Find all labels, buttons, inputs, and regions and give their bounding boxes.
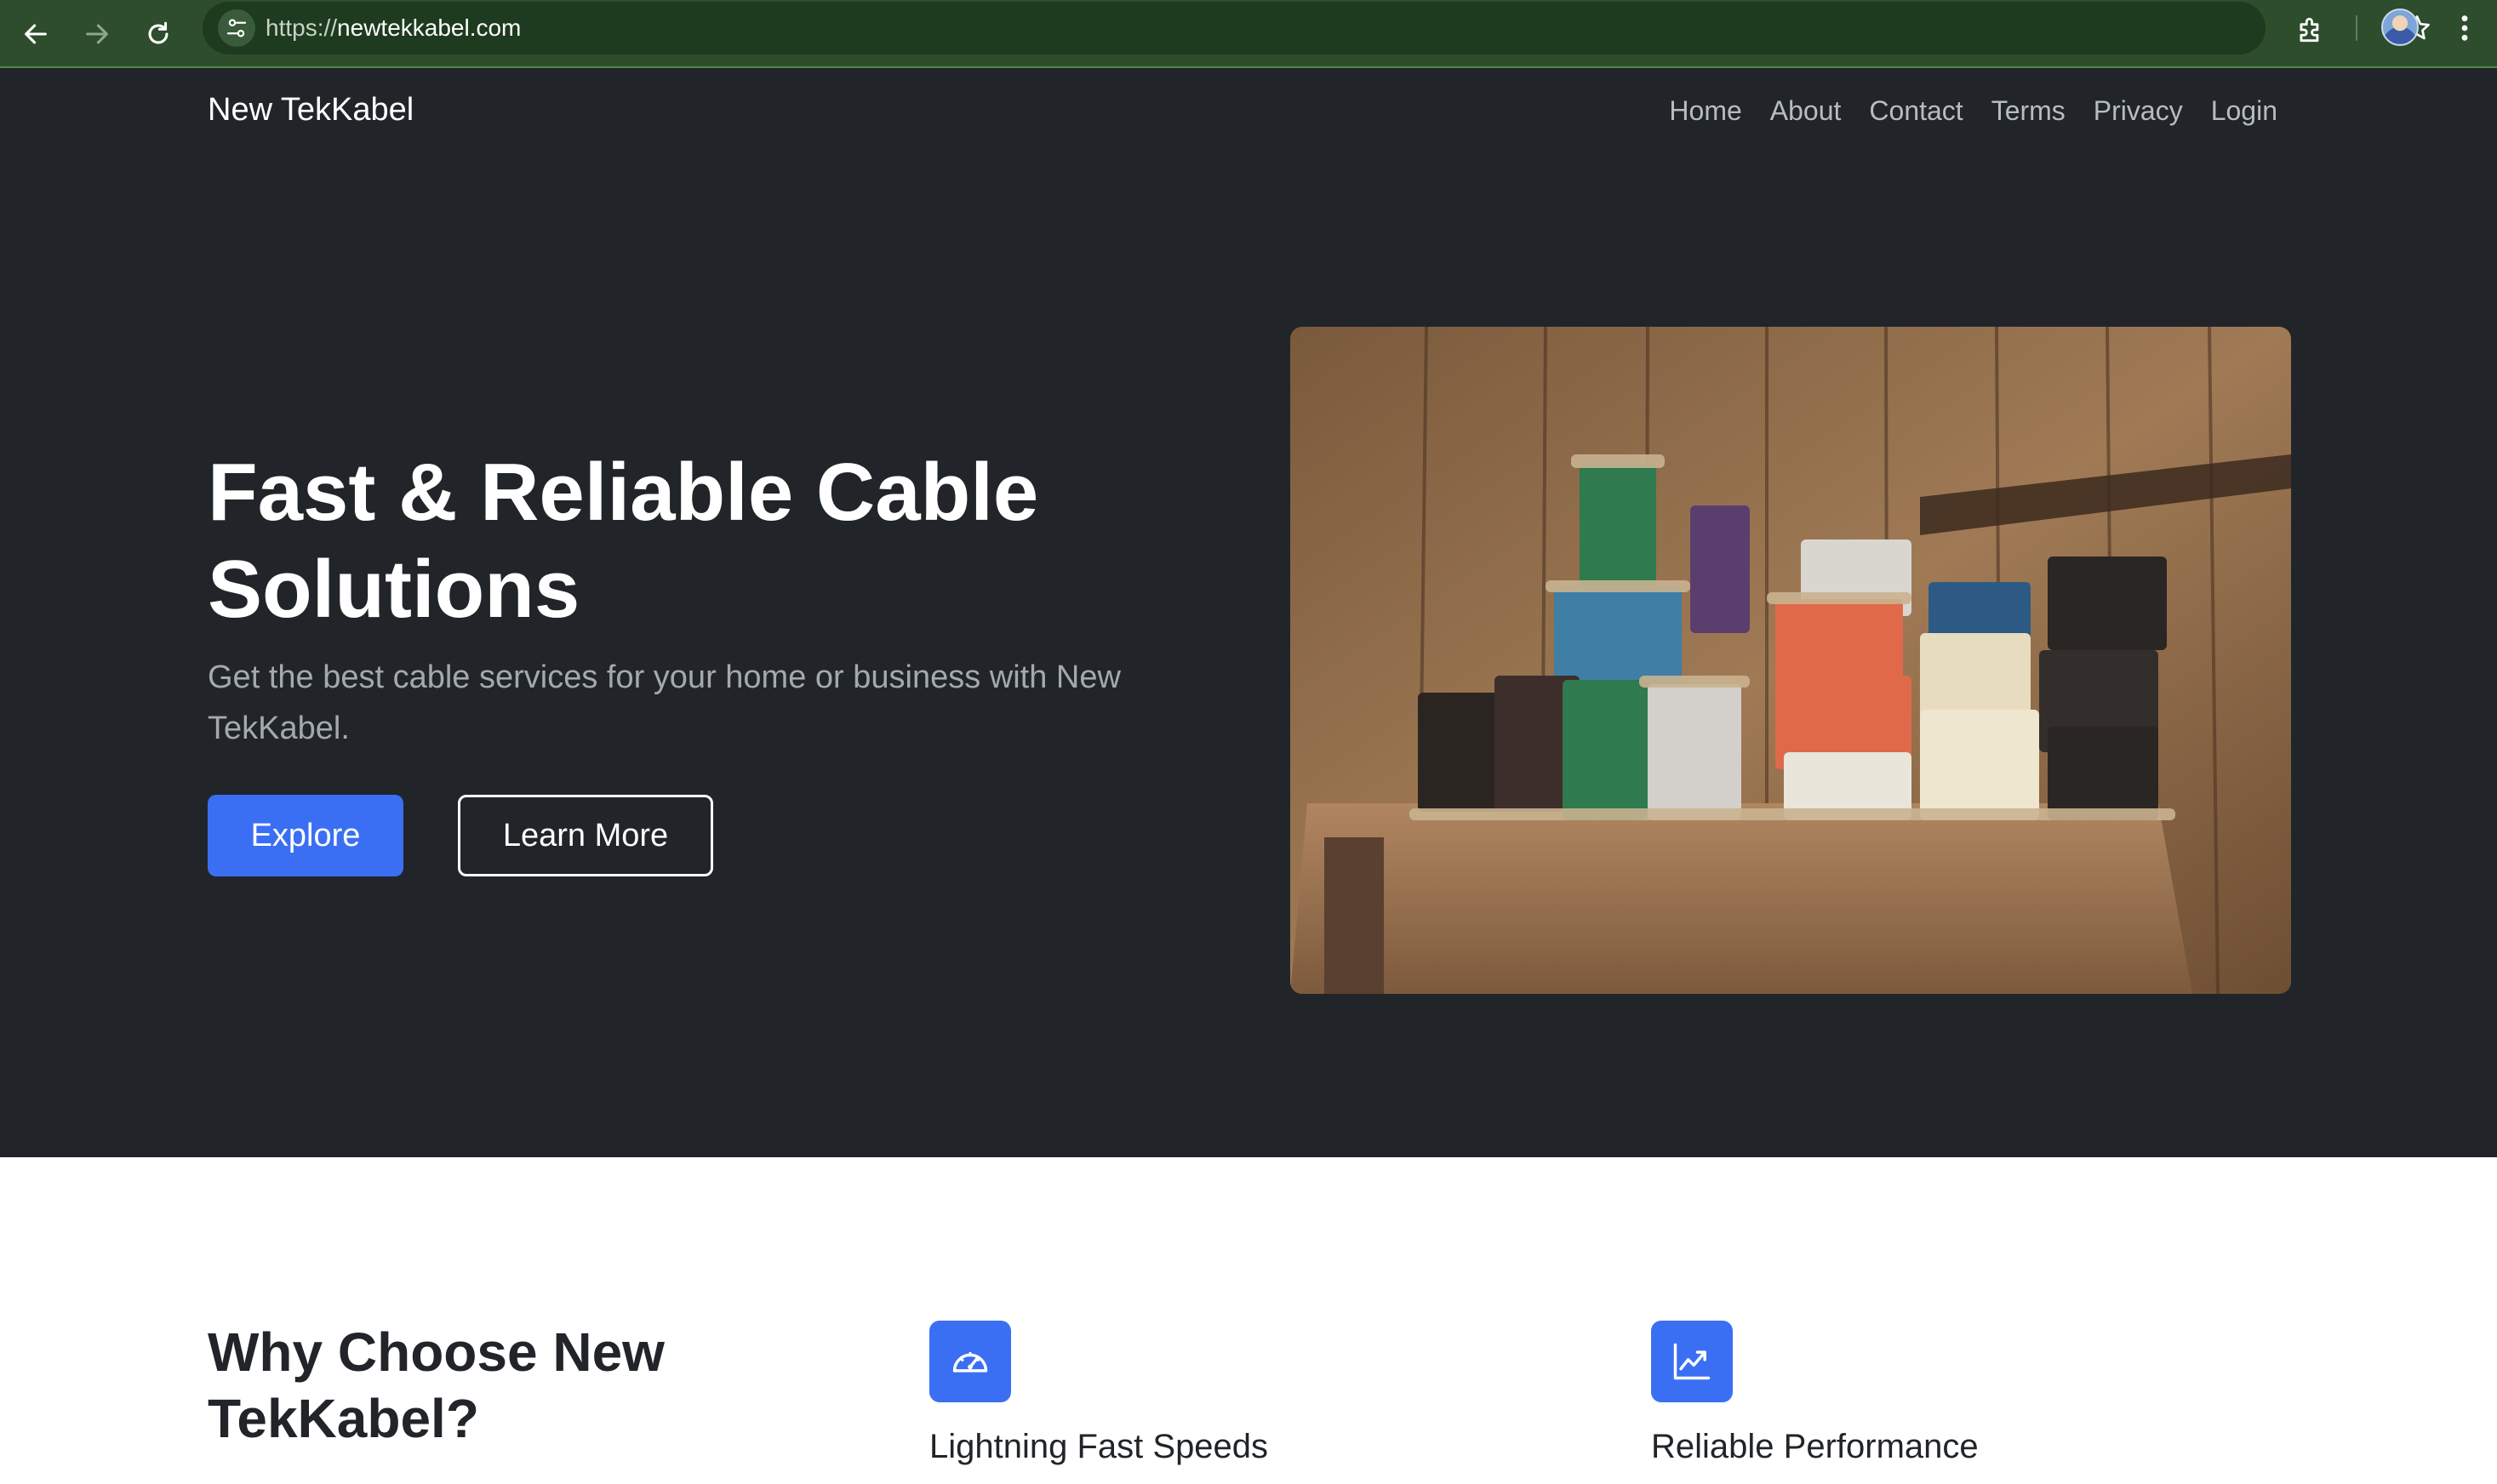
hero-subtitle: Get the best cable services for your hom…	[208, 659, 1121, 746]
feature-title-speed: Lightning Fast Speeds	[929, 1428, 1269, 1465]
site-info-button[interactable]	[218, 9, 255, 47]
feature-icon-speed	[929, 1321, 1011, 1402]
reload-icon	[148, 21, 169, 44]
address-bar[interactable]: https://newtekkabel.com	[203, 2, 2430, 54]
back-arrow-icon	[25, 24, 47, 44]
nav-privacy[interactable]: Privacy	[2094, 95, 2183, 127]
hero-image	[1290, 327, 2291, 994]
menu-dots-icon	[2461, 15, 2468, 41]
graph-up-icon	[1673, 1343, 1711, 1380]
forward-button[interactable]	[70, 7, 124, 61]
extensions-icon	[2300, 17, 2319, 43]
nav-about[interactable]: About	[1770, 95, 1842, 127]
toolbar-divider	[2356, 15, 2357, 41]
url-scheme: https://	[266, 14, 338, 41]
feature-icon-performance	[1651, 1321, 1733, 1402]
nav-contact[interactable]: Contact	[1869, 95, 1963, 127]
url-text[interactable]: https://newtekkabel.com	[266, 2, 521, 54]
learn-more-button[interactable]: Learn More	[458, 795, 713, 876]
url-host: newtekkabel.com	[337, 14, 522, 41]
extensions-button[interactable]	[2289, 9, 2332, 51]
wire-spools-photo	[1290, 327, 2291, 994]
site-brand[interactable]: New TekKabel	[208, 92, 414, 128]
hero-title: Fast & Reliable Cable Solutions	[208, 447, 1039, 635]
features-heading: Why Choose New TekKabel?	[208, 1321, 665, 1449]
feature-title-performance: Reliable Performance	[1651, 1428, 1979, 1465]
back-button[interactable]	[9, 7, 63, 61]
explore-button[interactable]: Explore	[208, 795, 403, 876]
site-navigation: Home About Contact Terms Privacy Login	[1669, 95, 2277, 127]
speedometer-icon	[952, 1351, 988, 1373]
nav-terms[interactable]: Terms	[1991, 95, 2066, 127]
forward-arrow-icon	[86, 24, 108, 44]
nav-home[interactable]: Home	[1669, 95, 1741, 127]
browser-toolbar: https://newtekkabel.com	[0, 0, 2497, 68]
browser-menu-button[interactable]	[2448, 7, 2482, 49]
nav-login[interactable]: Login	[2211, 95, 2277, 127]
site-info-icon	[226, 19, 247, 37]
reload-button[interactable]	[131, 7, 186, 61]
profile-avatar[interactable]	[2381, 9, 2419, 46]
